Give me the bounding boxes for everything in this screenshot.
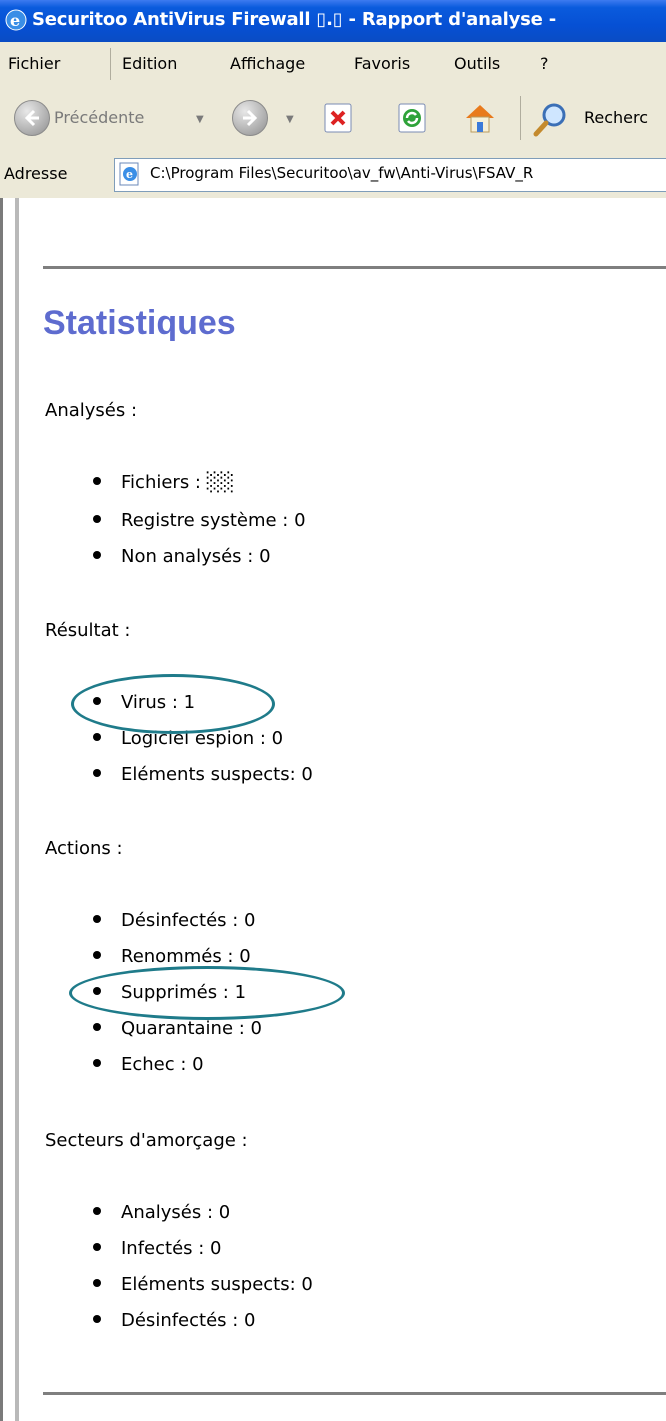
toolbar-separator [520,96,521,140]
list-item: Analysés : 0 [93,1202,230,1223]
back-button[interactable] [14,100,50,136]
list-item: Infectés : 0 [93,1238,222,1259]
forward-dropdown-arrow-icon[interactable]: ▼ [286,114,294,125]
refresh-icon [398,103,426,133]
search-button[interactable] [530,100,566,137]
list-item: Quarantaine : 0 [93,1018,262,1039]
search-button-label[interactable]: Recherc [584,108,648,127]
stop-icon [324,103,352,133]
svg-text:e: e [126,168,133,181]
content-left-border [15,198,19,1421]
section-resultat-label: Résultat : [45,620,131,641]
menu-affichage[interactable]: Affichage [230,54,305,73]
menu-fichier[interactable]: Fichier [8,54,60,73]
search-icon [533,103,566,137]
page-content: Statistiques Analysés : Fichiers : ░░ Re… [0,198,666,1421]
window-title: Securitoo AntiVirus Firewall ▯.▯ - Rappo… [32,9,557,30]
section-secteurs-label: Secteurs d'amorçage : [45,1130,248,1151]
address-url[interactable]: C:\Program Files\Securitoo\av_fw\Anti-Vi… [150,164,533,182]
list-item: Non analysés : 0 [93,546,271,567]
arrow-left-icon [24,109,39,127]
list-item: Désinfectés : 0 [93,910,256,931]
home-button[interactable] [462,100,498,136]
back-dropdown-arrow-icon[interactable]: ▼ [196,114,204,125]
list-item: Désinfectés : 0 [93,1310,256,1331]
bottom-divider [43,1392,666,1395]
menu-outils[interactable]: Outils [454,54,500,73]
list-item: Eléments suspects: 0 [93,764,313,785]
forward-button[interactable] [232,100,268,136]
ie-page-icon: e [119,162,139,186]
toolbar: Précédente ▼ ▼ Recherc [0,86,666,151]
stop-button[interactable] [320,100,356,136]
highlight-ellipse-supprimes [69,966,345,1020]
window-title-bar: e Securitoo AntiVirus Firewall ▯.▯ - Rap… [0,0,666,42]
list-item: Registre système : 0 [93,510,306,531]
menu-edition[interactable]: Edition [122,54,177,73]
address-bar: Adresse e C:\Program Files\Securitoo\av_… [0,150,666,199]
refresh-button[interactable] [394,100,430,136]
list-item: Renommés : 0 [93,946,251,967]
menu-separator [110,48,111,80]
internet-explorer-icon: e [5,9,27,31]
arrow-right-icon [243,109,258,127]
section-analyses-label: Analysés : [45,400,138,421]
list-item: Fichiers : ░░ [93,472,234,493]
list-item: Eléments suspects: 0 [93,1274,313,1295]
list-item: Echec : 0 [93,1054,204,1075]
page-heading: Statistiques [43,304,236,342]
section-actions-label: Actions : [45,838,123,859]
menu-help[interactable]: ? [540,54,549,73]
menu-favoris[interactable]: Favoris [354,54,410,73]
back-button-label[interactable]: Précédente [54,108,144,127]
address-label: Adresse [4,164,68,183]
svg-text:e: e [10,11,20,30]
highlight-ellipse-virus [71,674,275,734]
home-icon [466,105,494,133]
top-divider [43,266,666,269]
menu-bar: Fichier Edition Affichage Favoris Outils… [0,42,666,87]
